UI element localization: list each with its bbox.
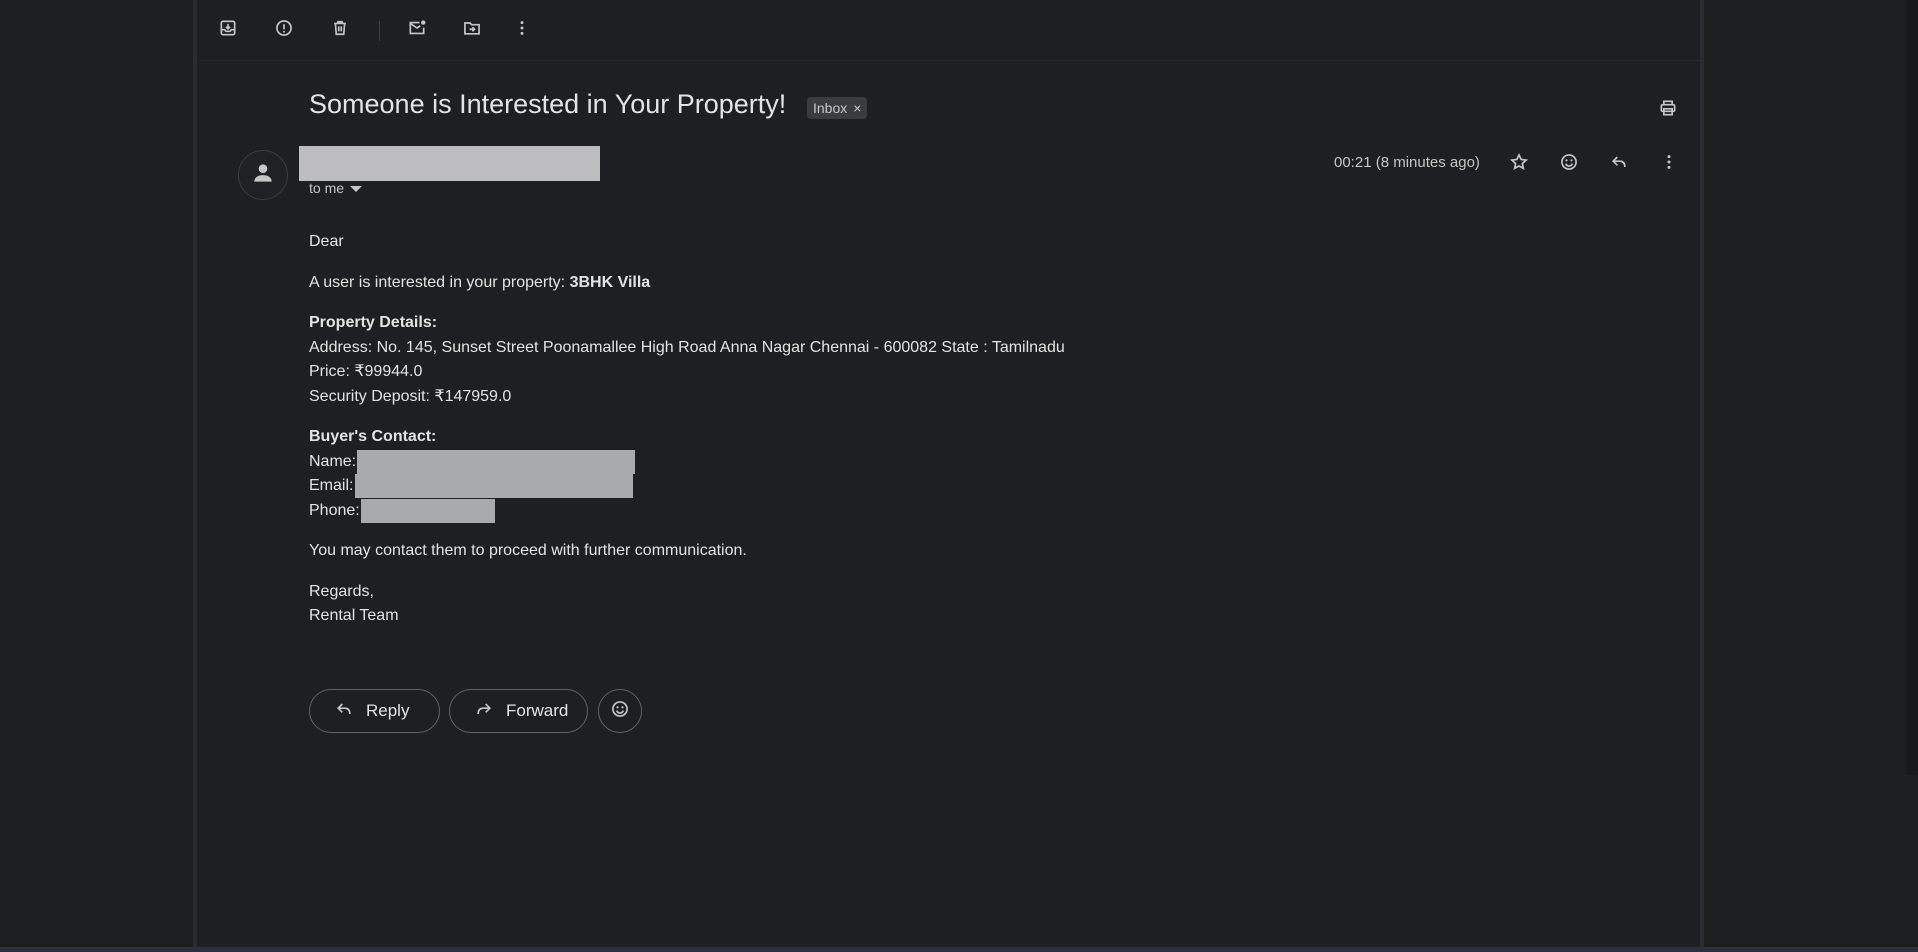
more-vert-icon — [1659, 152, 1679, 177]
archive-button[interactable] — [215, 17, 241, 43]
buyer-email-redacted — [355, 474, 634, 498]
report-spam-button[interactable] — [271, 17, 297, 43]
right-gutter — [1700, 0, 1918, 952]
right-scrollbar-track[interactable] — [1906, 0, 1918, 775]
message-body: Dear A user is interested in your proper… — [309, 230, 1065, 629]
forward-label: Forward — [506, 701, 569, 720]
reply-icon — [1609, 152, 1629, 177]
signature: Rental Team — [309, 607, 399, 624]
emoji-icon — [1559, 152, 1579, 177]
add-reaction-button[interactable] — [1555, 150, 1583, 178]
buyer-email-line: Email: — [309, 474, 1065, 499]
message-toolbar — [199, 3, 1700, 61]
remove-label-icon[interactable]: × — [853, 97, 861, 119]
phone-label: Phone: — [309, 501, 360, 519]
buyer-name-redacted — [357, 449, 636, 474]
sender-name-redacted — [299, 146, 600, 181]
name-label: Name: — [309, 452, 357, 470]
message-timestamp: 00:21 (8 minutes ago) — [1334, 154, 1480, 171]
toolbar-divider — [379, 21, 380, 41]
mark-unread-button[interactable] — [404, 17, 430, 43]
emoji-reaction-button[interactable] — [598, 689, 642, 733]
intro-line: A user is interested in your property: 3… — [309, 271, 1065, 296]
bottom-status-strip — [0, 947, 1918, 952]
more-options-button[interactable] — [509, 17, 535, 43]
print-button[interactable] — [1655, 97, 1681, 123]
print-icon — [1658, 98, 1678, 123]
reply-icon — [334, 699, 354, 724]
person-icon — [250, 160, 276, 191]
greeting: Dear — [309, 233, 344, 250]
mail-pane: Someone is Interested in Your Property! … — [199, 3, 1700, 947]
signoff: Regards, — [309, 582, 374, 600]
left-gutter — [0, 0, 197, 952]
reply-button[interactable]: Reply — [309, 689, 440, 733]
reply-header-button[interactable] — [1605, 150, 1633, 178]
contact-heading: Buyer's Contact: — [309, 428, 437, 445]
intro-prefix: A user is interested in your property: — [309, 273, 570, 291]
inbox-label-chip[interactable]: Inbox × — [807, 97, 868, 119]
property-name: 3BHK Villa — [569, 273, 651, 291]
message-subject: Someone is Interested in Your Property! — [309, 89, 787, 119]
app-frame: Someone is Interested in Your Property! … — [0, 0, 1918, 952]
forward-icon — [474, 699, 494, 724]
report-spam-icon — [274, 18, 294, 43]
emoji-icon — [610, 699, 630, 724]
sender-avatar[interactable] — [238, 150, 288, 200]
star-icon — [1509, 152, 1529, 177]
archive-icon — [218, 18, 238, 43]
closing-line: You may contact them to proceed with fur… — [309, 542, 747, 559]
details-heading: Property Details: — [309, 314, 438, 331]
star-button[interactable] — [1505, 150, 1533, 178]
property-details: Property Details: Address: No. 145, Suns… — [309, 311, 1065, 409]
buyer-phone-redacted — [360, 498, 495, 523]
move-to-icon — [462, 18, 482, 43]
buyer-contact: Buyer's Contact: Name: Email: Phone: — [309, 425, 1065, 523]
buyer-phone-line: Phone: — [309, 498, 1065, 524]
forward-button[interactable]: Forward — [449, 689, 588, 733]
recipient-details-toggle[interactable]: to me — [309, 180, 363, 196]
recipient-text: to me — [309, 180, 345, 196]
more-vert-icon — [512, 18, 532, 43]
buyer-name-line: Name: — [309, 449, 1065, 475]
caret-down-icon — [350, 186, 363, 192]
delete-button[interactable] — [327, 17, 353, 43]
reply-label: Reply — [366, 701, 410, 720]
inbox-label-text: Inbox — [813, 100, 848, 116]
email-label: Email: — [309, 477, 354, 494]
deposit-line: Security Deposit: ₹147959.0 — [309, 387, 512, 405]
delete-icon — [330, 18, 350, 43]
more-header-button[interactable] — [1655, 150, 1683, 178]
mark-unread-icon — [407, 18, 427, 43]
move-to-button[interactable] — [459, 17, 485, 43]
price-line: Price: ₹99944.0 — [309, 363, 423, 380]
address-line: Address: No. 145, Sunset Street Poonamal… — [309, 338, 1065, 356]
